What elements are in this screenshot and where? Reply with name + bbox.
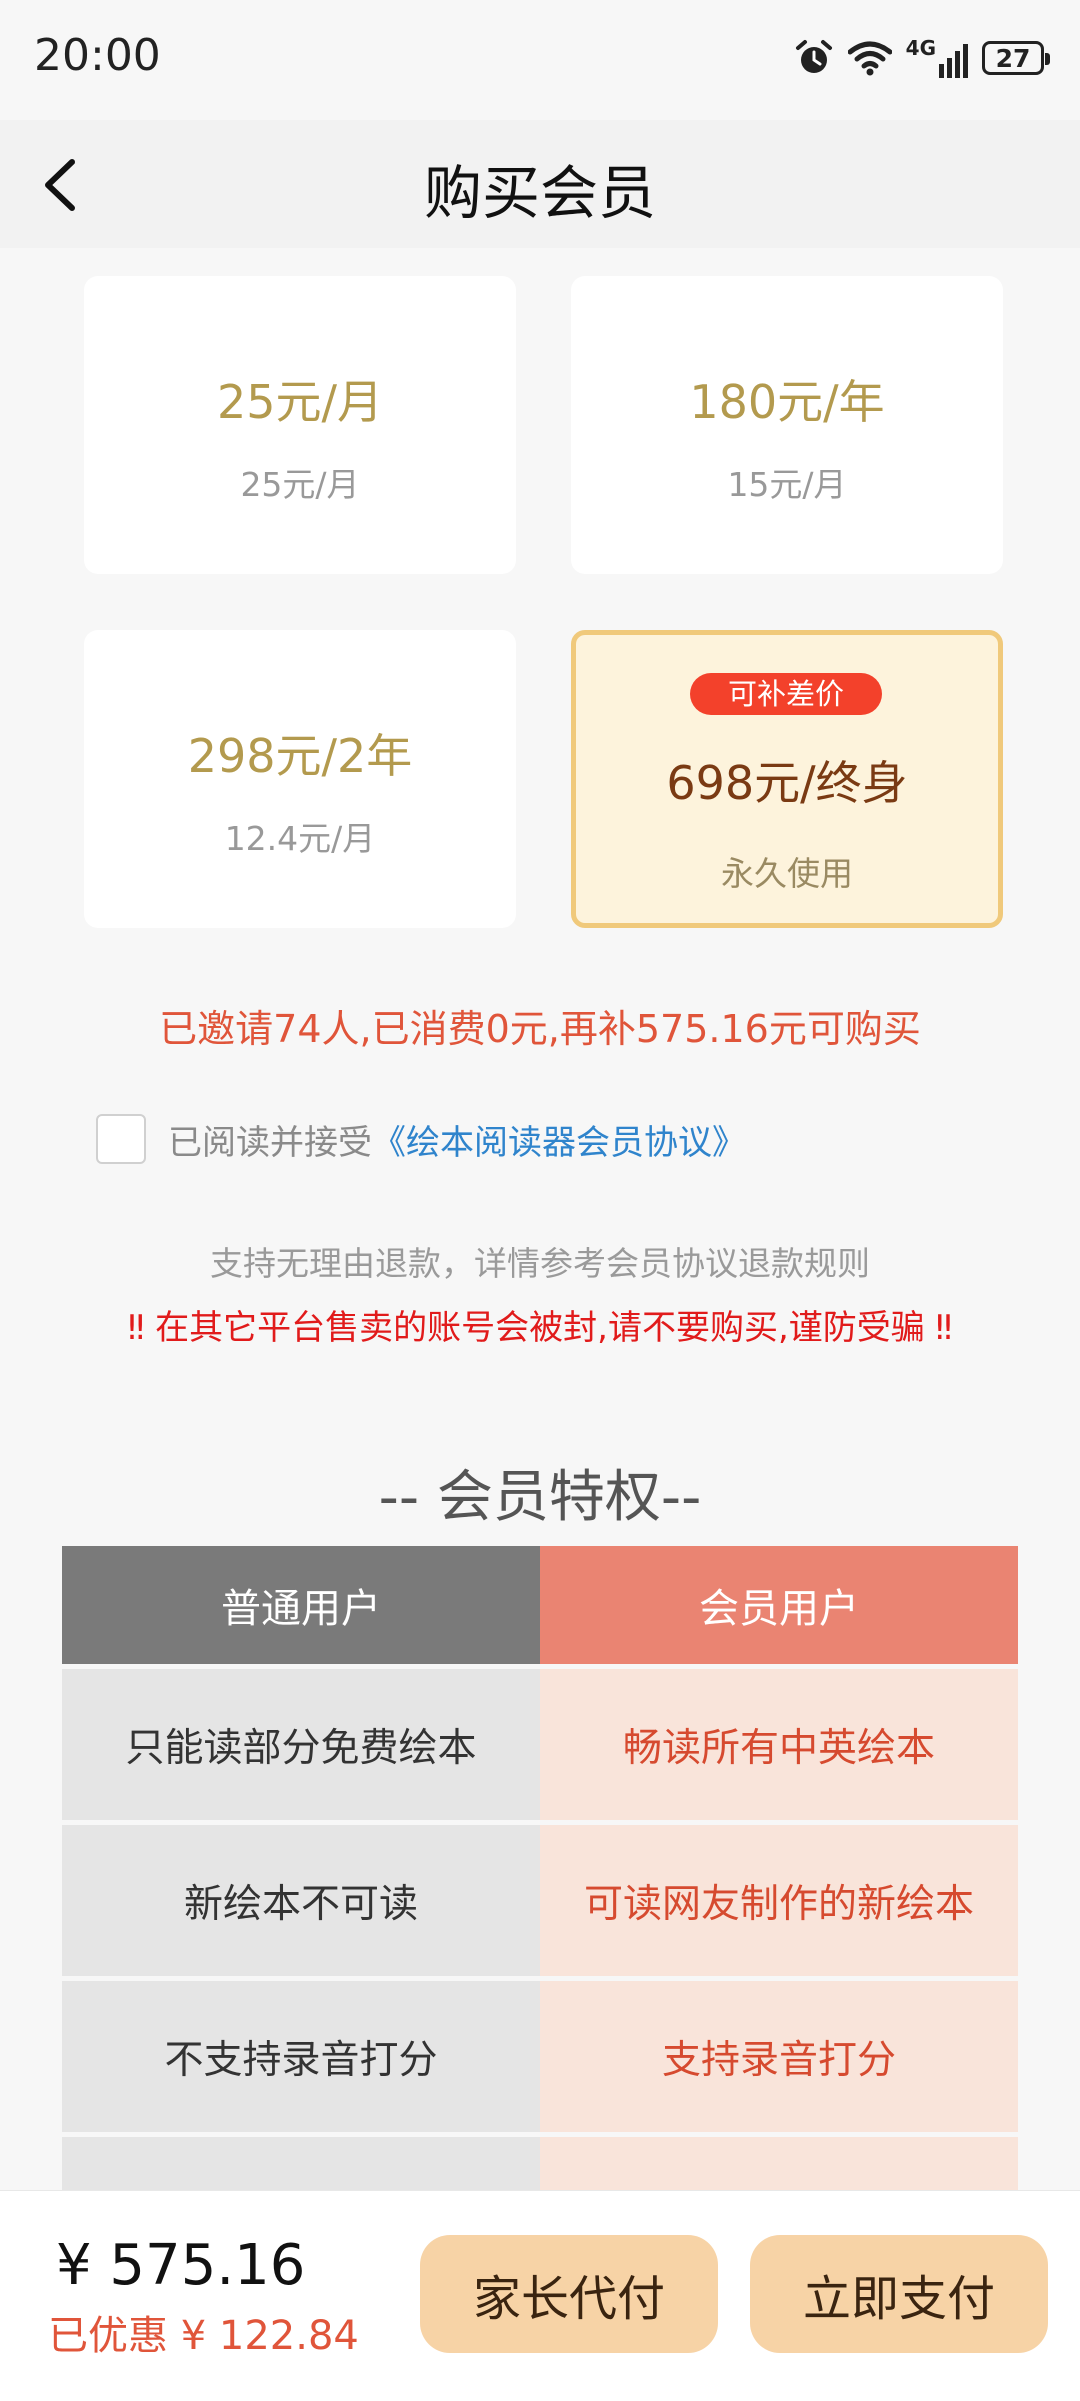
plan-price: 25元/月 xyxy=(216,375,384,429)
cellular-signal-icon: 4G xyxy=(906,38,968,78)
agreement-text: 已阅读并接受 xyxy=(168,1122,372,1163)
nav-bar: 购买会员 xyxy=(0,120,1080,248)
pay-now-button[interactable]: 立即支付 xyxy=(750,2235,1048,2353)
total-price: ¥ 575.16 xyxy=(56,2233,306,2298)
plan-price: 180元/年 xyxy=(689,375,885,429)
plan-card-lifetime[interactable]: 可补差价 698元/终身 永久使用 xyxy=(571,630,1003,928)
plan-price: 298元/2年 xyxy=(187,729,413,783)
plan-per-month: 15元/月 xyxy=(727,465,847,504)
discount-amount: 已优惠 ¥ 122.84 xyxy=(48,2313,359,2359)
cell-vip: 畅读所有中英绘本 xyxy=(540,1669,1018,1820)
cell-normal: 新绘本不可读 xyxy=(62,1825,540,1976)
plan-card-yearly[interactable]: 180元/年 15元/月 xyxy=(571,276,1003,574)
status-bar: 20:00 4G 27 xyxy=(0,0,1080,120)
battery-level: 27 xyxy=(995,43,1031,73)
agreement-link[interactable]: 《绘本阅读器会员协议》 xyxy=(372,1115,746,1164)
plan-per-month: 12.4元/月 xyxy=(224,819,376,858)
agreement-row: 已阅读并接受 《绘本阅读器会员协议》 xyxy=(96,1114,746,1164)
network-type-label: 4G xyxy=(905,36,936,60)
page-title: 购买会员 xyxy=(423,159,656,227)
cell-vip: 可读网友制作的新绘本 xyxy=(540,1825,1018,1976)
checkout-bar: ¥ 575.16 已优惠 ¥ 122.84 家长代付 立即支付 xyxy=(0,2190,1080,2401)
status-icons: 4G 27 xyxy=(794,30,1050,86)
table-row: 新绘本不可读 可读网友制作的新绘本 xyxy=(62,1825,1018,1976)
battery-icon: 27 xyxy=(982,41,1050,75)
wifi-icon xyxy=(847,41,892,76)
table-row: 不支持录音打分 支持录音打分 xyxy=(62,1981,1018,2132)
alarm-icon xyxy=(795,40,832,73)
cell-normal: 只能读部分免费绘本 xyxy=(62,1669,540,1820)
plan-price: 698元/终身 xyxy=(666,756,908,810)
upgrade-badge: 可补差价 xyxy=(690,673,882,715)
parent-pay-button[interactable]: 家长代付 xyxy=(420,2235,718,2353)
plan-per-month: 25元/月 xyxy=(240,465,360,504)
plan-card-monthly[interactable]: 25元/月 25元/月 xyxy=(84,276,516,574)
plan-card-two-years[interactable]: 298元/2年 12.4元/月 xyxy=(84,630,516,928)
plan-per-month: 永久使用 xyxy=(721,854,853,893)
status-time: 20:00 xyxy=(34,30,161,81)
invite-note: 已邀请74人,已消费0元,再补575.16元可购买 xyxy=(159,1007,921,1051)
warning-note: ‼ 在其它平台售卖的账号会被封,请不要购买,谨防受骗 ‼ xyxy=(127,1308,953,1348)
header-vip-user: 会员用户 xyxy=(540,1546,1018,1664)
agreement-checkbox[interactable] xyxy=(96,1114,146,1164)
privileges-title: -- 会员特权-- xyxy=(378,1465,702,1530)
table-header: 普通用户 会员用户 xyxy=(62,1546,1018,1664)
privileges-table: 普通用户 会员用户 只能读部分免费绘本 畅读所有中英绘本 新绘本不可读 可读网友… xyxy=(62,1546,1018,2288)
cell-normal: 不支持录音打分 xyxy=(62,1981,540,2132)
refund-note: 支持无理由退款，详情参考会员协议退款规则 xyxy=(210,1244,870,1283)
cell-vip: 支持录音打分 xyxy=(540,1981,1018,2132)
table-row: 只能读部分免费绘本 畅读所有中英绘本 xyxy=(62,1669,1018,1820)
header-normal-user: 普通用户 xyxy=(62,1546,540,1664)
